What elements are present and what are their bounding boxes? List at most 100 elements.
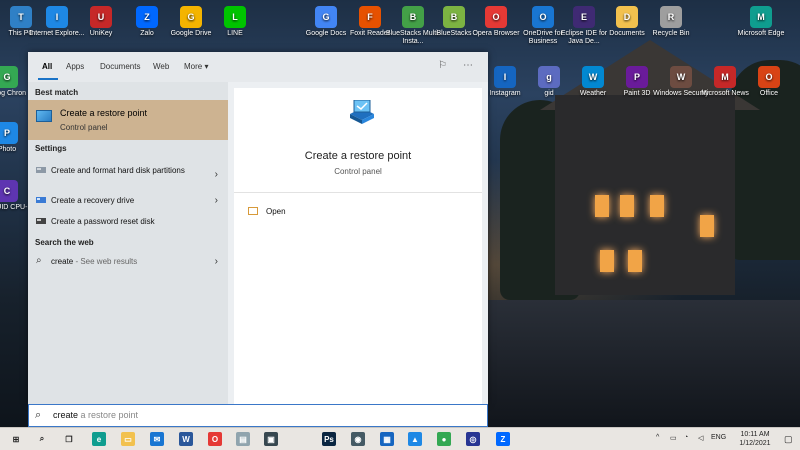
microsoft-edge-icon: M <box>750 6 772 28</box>
zalo-icon: Z <box>136 6 158 28</box>
chrome-icon: G <box>0 66 18 88</box>
tab-more[interactable]: More ▾ <box>184 62 208 71</box>
desktop-shortcut-recycle-bin[interactable]: R Recycle Bin <box>642 6 700 38</box>
notification-center-icon[interactable]: ▢ <box>784 434 793 445</box>
taskbar: ⊞ ⌕ ❐ e ▭ ✉ W O ▤ ▣ Ps ◉ ▦ ▲ ● ◎ Z ^ ▭ ◔ ◁ ENG 10:11 AM … <box>0 427 800 450</box>
desktop-shortcut-microsoft-edge[interactable]: M Microsoft Edge <box>732 6 790 38</box>
desktop-shortcut-label: Office <box>759 90 779 97</box>
windows-security-icon: W <box>670 66 692 88</box>
chevron-right-icon: › <box>214 195 218 206</box>
wallpaper-window-light <box>650 195 664 217</box>
eclipse-icon: E <box>573 6 595 28</box>
bluestacks-icon: B <box>443 6 465 28</box>
recovery-drive-icon <box>36 197 46 203</box>
microsoft-news-icon: M <box>714 66 736 88</box>
more-options-icon[interactable]: ⋯ <box>463 60 473 71</box>
tab-apps[interactable]: Apps <box>66 62 84 71</box>
desktop-shortcut-line[interactable]: L LINE <box>206 6 264 38</box>
tab-web[interactable]: Web <box>153 62 169 71</box>
settings-result-partitions[interactable]: Create and format hard disk partitions › <box>28 160 228 188</box>
chevron-right-icon: › <box>214 256 218 267</box>
wallpaper-window-light <box>595 195 609 217</box>
best-match-heading: Best match <box>35 88 79 97</box>
office-icon: O <box>758 66 780 88</box>
search-autocomplete-text: a restore point <box>78 410 139 420</box>
clock-app-icon: g <box>538 66 560 88</box>
volume-icon[interactable]: ◁ <box>698 434 703 442</box>
settings-result-password-reset[interactable]: Create a password reset disk <box>28 211 228 233</box>
line-icon: L <box>224 6 246 28</box>
restore-point-icon <box>36 110 52 122</box>
tab-documents[interactable]: Documents <box>100 62 140 71</box>
opera-taskbar-icon[interactable]: O <box>208 432 222 446</box>
active-tab-indicator <box>38 78 58 80</box>
best-match-title: Create a restore point <box>60 108 148 118</box>
edge-taskbar-icon[interactable]: e <box>92 432 106 446</box>
feedback-icon[interactable]: ⚐ <box>438 60 447 71</box>
best-match-result[interactable]: Create a restore point Control panel <box>28 100 228 140</box>
bluestacks-multi-icon: B <box>402 6 424 28</box>
result-label: Create a recovery drive <box>51 196 135 205</box>
network-icon[interactable]: ◔ <box>684 434 688 441</box>
foxit-reader-icon: F <box>359 6 381 28</box>
clock-date: 1/12/2021 <box>739 440 771 447</box>
cpuid-icon: C <box>0 180 18 202</box>
instagram-icon: I <box>494 66 516 88</box>
desktop-shortcut-label: Microsoft Edge <box>737 30 785 37</box>
preview-title: Create a restore point <box>304 150 412 162</box>
onedrive-icon: O <box>532 6 554 28</box>
restore-point-large-icon <box>350 100 374 124</box>
open-action[interactable]: Open <box>248 206 328 220</box>
unikey-icon: U <box>90 6 112 28</box>
mail-icon[interactable]: ✉ <box>150 432 164 446</box>
chevron-right-icon: › <box>214 169 218 180</box>
tab-all[interactable]: All <box>42 62 52 71</box>
language-indicator[interactable]: ENG <box>711 434 726 441</box>
show-hidden-icons-icon[interactable]: ^ <box>656 434 659 441</box>
bluestacks-taskbar-icon[interactable]: ◎ <box>466 432 480 446</box>
wallpaper-house <box>555 95 735 295</box>
search-icon[interactable]: ⌕ <box>35 432 49 446</box>
result-label: Create a password reset disk <box>51 217 155 226</box>
task-view-icon[interactable]: ❐ <box>62 432 76 446</box>
windows-start-icon[interactable]: ⊞ <box>9 432 23 446</box>
search-input[interactable]: ⌕ create a restore point <box>28 404 488 427</box>
hard-disk-icon <box>36 167 46 173</box>
clock[interactable]: 10:11 AM 1/12/2021 <box>733 430 777 448</box>
preview-divider <box>234 192 482 193</box>
zalo-taskbar-icon[interactable]: Z <box>496 432 510 446</box>
clock-time: 10:11 AM <box>740 431 770 438</box>
weather-icon: W <box>582 66 604 88</box>
web-result[interactable]: ⌕ create - See web results › <box>28 251 228 273</box>
internet-explorer-icon: I <box>46 6 68 28</box>
desktop-shortcut-label: Recycle Bin <box>652 30 690 37</box>
opera-icon: O <box>485 6 507 28</box>
file-explorer-icon[interactable]: ▭ <box>121 432 135 446</box>
chrome-taskbar-icon[interactable]: ● <box>437 432 451 446</box>
wallpaper-window-light <box>628 250 642 272</box>
search-panel: All Apps Documents Web More ▾ ⚐ ⋯ Best m… <box>28 52 488 404</box>
photos-taskbar-icon[interactable]: ▲ <box>408 432 422 446</box>
google-drive-icon: G <box>180 6 202 28</box>
word-icon[interactable]: W <box>179 432 193 446</box>
store-icon[interactable]: ▣ <box>264 432 278 446</box>
battery-icon[interactable]: ▭ <box>670 434 677 442</box>
web-suffix: - See web results <box>73 257 138 266</box>
photoshop-icon[interactable]: Ps <box>322 432 336 446</box>
search-web-heading: Search the web <box>35 238 94 247</box>
best-match-subtitle: Control panel <box>60 123 108 132</box>
notepad-icon[interactable]: ▤ <box>236 432 250 446</box>
settings-result-recovery[interactable]: Create a recovery drive › <box>28 190 228 212</box>
preview-pane: Create a restore point Control panel Ope… <box>234 88 482 404</box>
recycle-bin-icon: R <box>660 6 682 28</box>
desktop-shortcut-office[interactable]: O Office <box>740 66 798 98</box>
preview-subtitle: Control panel <box>334 167 382 176</box>
virtualbox-icon[interactable]: ▦ <box>380 432 394 446</box>
wallpaper-ground <box>487 300 800 427</box>
wallpaper-window-light <box>620 195 634 217</box>
result-label: Create and format hard disk partitions <box>51 166 185 175</box>
open-label: Open <box>266 207 286 216</box>
open-icon <box>248 207 258 215</box>
search-query-text: create a restore point <box>53 410 138 420</box>
camera-icon[interactable]: ◉ <box>351 432 365 446</box>
